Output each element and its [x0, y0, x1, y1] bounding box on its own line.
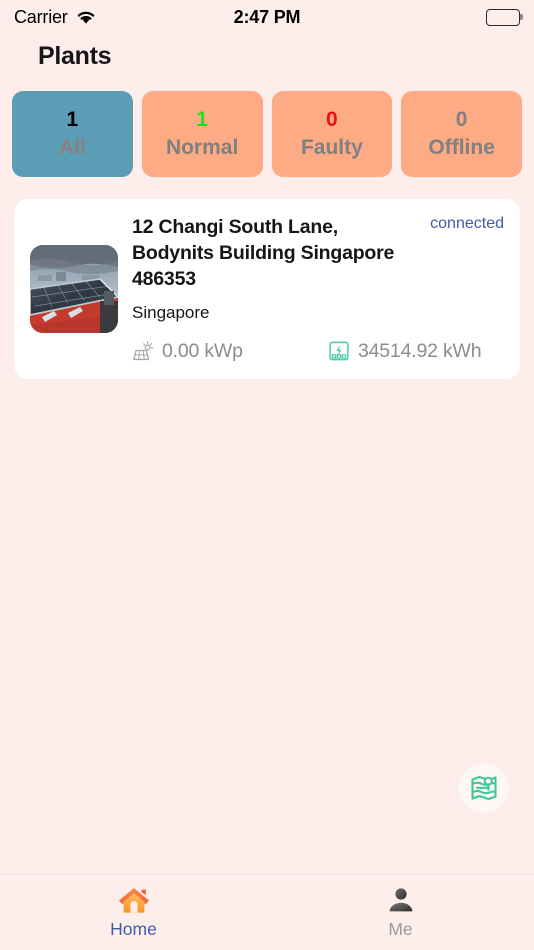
- filter-tab-offline[interactable]: 0 Offline: [401, 91, 522, 177]
- plant-energy-stat: 34514.92 kWh: [328, 339, 482, 363]
- filter-count-offline: 0: [455, 107, 468, 131]
- tab-me[interactable]: Me: [267, 883, 534, 940]
- filter-tab-all[interactable]: 1 All: [12, 91, 133, 177]
- person-icon: [384, 883, 418, 917]
- status-bar: Carrier 2:47 PM: [0, 0, 534, 34]
- filter-label-faulty: Faulty: [300, 136, 363, 159]
- plant-status-badge: connected: [430, 215, 504, 232]
- status-bar-right: [486, 8, 520, 26]
- home-icon: [117, 883, 151, 917]
- plant-location: Singapore: [132, 302, 210, 322]
- plant-power-value: 0.00 kWp: [162, 339, 243, 362]
- map-view-button[interactable]: [459, 763, 509, 813]
- filter-tab-normal[interactable]: 1 Normal: [141, 91, 263, 177]
- status-filter-tabs: 1 All 1 Normal 0 Faulty 0 Offline: [0, 71, 534, 177]
- tab-me-label: Me: [388, 919, 413, 939]
- plant-power-stat: 0.00 kWp: [132, 340, 328, 363]
- plant-list: 12 Changi South Lane, Bodynits Building …: [0, 177, 534, 379]
- map-pin-icon: [468, 772, 500, 804]
- plant-energy-value: 34514.92 kWh: [358, 339, 482, 362]
- plant-card-body: 12 Changi South Lane, Bodynits Building …: [132, 213, 504, 363]
- page-title: Plants: [38, 42, 112, 70]
- plant-card[interactable]: 12 Changi South Lane, Bodynits Building …: [14, 199, 520, 379]
- filter-label-normal: Normal: [165, 136, 239, 159]
- tab-home-label: Home: [110, 919, 157, 939]
- plant-stats: 0.00 kWp 34514.92 kWh: [132, 340, 504, 363]
- clock: 2:47 PM: [233, 6, 301, 27]
- filter-count-all: 1: [66, 107, 79, 131]
- power-station-icon: [328, 340, 350, 362]
- solar-panel-icon: [132, 340, 154, 362]
- filter-count-faulty: 0: [326, 107, 338, 131]
- tab-home[interactable]: Home: [0, 883, 267, 940]
- filter-label-offline: Offline: [428, 136, 495, 159]
- battery-full-icon: [486, 8, 520, 26]
- bottom-tab-bar: Home Me: [0, 874, 534, 950]
- filter-tab-faulty[interactable]: 0 Faulty: [271, 91, 393, 177]
- solar-panel-photo: [30, 245, 118, 333]
- filter-label-all: All: [58, 136, 86, 159]
- filter-count-normal: 1: [196, 107, 208, 131]
